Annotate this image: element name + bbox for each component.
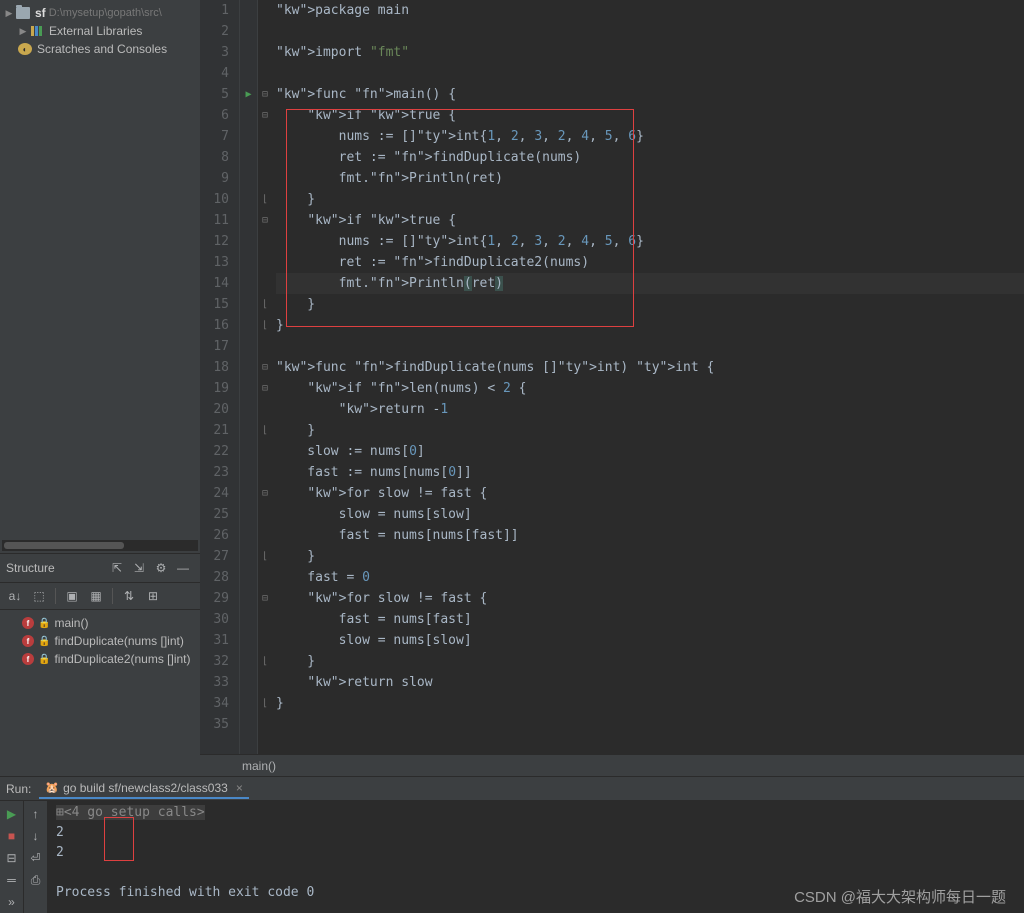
line-gutter[interactable]: 1234567891011121314151617181920212223242… <box>200 0 240 754</box>
lock-icon: 🔒 <box>38 636 50 647</box>
editor-area: 1234567891011121314151617181920212223242… <box>200 0 1024 776</box>
wrap-icon[interactable]: ⏎ <box>27 849 45 867</box>
run-tab-title: go build sf/newclass2/class033 <box>63 781 228 795</box>
autoscroll-icon[interactable]: ⇅ <box>119 586 139 606</box>
run-label: Run: <box>6 782 31 796</box>
structure-item-label: main() <box>54 616 88 630</box>
lock-icon: 🔒 <box>38 654 50 665</box>
scratches-icon: ◐ <box>18 43 32 55</box>
close-icon[interactable]: × <box>236 781 243 795</box>
project-tree[interactable]: ▶ sf D:\mysetup\gopath\src\ ▶ External L… <box>0 0 200 540</box>
structure-item-main[interactable]: f 🔒 main() <box>2 614 198 632</box>
structure-item-findduplicate[interactable]: f 🔒 findDuplicate(nums []int) <box>2 632 198 650</box>
expand-icon[interactable]: ⇱ <box>107 558 127 578</box>
settings-icon[interactable]: ═ <box>3 871 21 889</box>
function-icon: f <box>22 617 34 629</box>
show-fields-icon[interactable]: ▣ <box>62 586 82 606</box>
collapse-icon[interactable]: ⇲ <box>129 558 149 578</box>
expand-all-icon[interactable]: ⊞ <box>143 586 163 606</box>
layout-icon[interactable]: ⊟ <box>3 849 21 867</box>
main-area: ▶ sf D:\mysetup\gopath\src\ ▶ External L… <box>0 0 1024 776</box>
run-gutter[interactable]: ▶ <box>240 0 258 754</box>
down-icon[interactable]: ↓ <box>27 827 45 845</box>
watermark: CSDN @福大大架构师每日一题 <box>794 886 1006 907</box>
run-body: ▶ ■ ⊟ ═ » ↑ ↓ ⏎ ⎙ ⊞<4 go setup calls>22 … <box>0 801 1024 913</box>
structure-title: Structure <box>6 561 106 575</box>
project-path: D:\mysetup\gopath\src\ <box>46 7 162 19</box>
lock-icon: 🔒 <box>38 618 50 629</box>
code-content[interactable]: "kw">package main"kw">import "fmt""kw">f… <box>272 0 1024 754</box>
structure-item-label: findDuplicate2(nums []int) <box>54 652 190 666</box>
run-panel: Run: 🐹 go build sf/newclass2/class033 × … <box>0 776 1024 913</box>
run-actions: ▶ ■ ⊟ ═ » <box>0 801 24 913</box>
chevron-right-icon[interactable]: ▶ <box>18 26 28 36</box>
go-icon: 🐹 <box>45 781 59 794</box>
tree-item-scratches[interactable]: ◐ Scratches and Consoles <box>0 40 200 58</box>
rerun-icon[interactable]: ▶ <box>3 805 21 823</box>
up-icon[interactable]: ↑ <box>27 805 45 823</box>
tree-label: External Libraries <box>49 24 142 38</box>
function-icon: f <box>22 653 34 665</box>
print-icon[interactable]: ⎙ <box>27 871 45 889</box>
gear-icon[interactable]: ⚙ <box>151 558 171 578</box>
breadcrumb[interactable]: main() <box>200 754 1024 776</box>
left-panel: ▶ sf D:\mysetup\gopath\src\ ▶ External L… <box>0 0 200 776</box>
run-header: Run: 🐹 go build sf/newclass2/class033 × <box>0 777 1024 801</box>
more-icon[interactable]: » <box>3 893 21 911</box>
stop-icon[interactable]: ■ <box>3 827 21 845</box>
run-tab[interactable]: 🐹 go build sf/newclass2/class033 × <box>39 779 248 799</box>
code-editor[interactable]: 1234567891011121314151617181920212223242… <box>200 0 1024 754</box>
tree-label: Scratches and Consoles <box>37 42 167 56</box>
fold-gutter[interactable]: ⊟⊟⌊⊟⌊⌊⊟⊟⌊⊟⌊⊟⌊⌊ <box>258 0 272 754</box>
structure-panel: Structure ⇱ ⇲ ⚙ — a↓ ⬚ ▣ ▦ ⇅ ⊞ f 🔒 <box>0 553 200 672</box>
highlight-box <box>104 817 134 861</box>
structure-item-findduplicate2[interactable]: f 🔒 findDuplicate2(nums []int) <box>2 650 198 668</box>
breadcrumb-label: main() <box>242 759 276 773</box>
project-name: sf <box>35 6 46 20</box>
run-nav: ↑ ↓ ⏎ ⎙ <box>24 801 48 913</box>
show-methods-icon[interactable]: ▦ <box>86 586 106 606</box>
sort-visibility-icon[interactable]: ⬚ <box>29 586 49 606</box>
sort-alpha-icon[interactable]: a↓ <box>5 586 25 606</box>
structure-toolbar: a↓ ⬚ ▣ ▦ ⇅ ⊞ <box>0 583 200 610</box>
tree-item-external-libraries[interactable]: ▶ External Libraries <box>0 22 200 40</box>
function-icon: f <box>22 635 34 647</box>
minimize-icon[interactable]: — <box>173 558 193 578</box>
horizontal-scrollbar[interactable] <box>2 540 198 551</box>
library-icon <box>30 25 44 37</box>
chevron-right-icon[interactable]: ▶ <box>4 8 14 18</box>
structure-list[interactable]: f 🔒 main() f 🔒 findDuplicate(nums []int)… <box>0 610 200 672</box>
structure-header: Structure ⇱ ⇲ ⚙ — <box>0 554 200 583</box>
structure-item-label: findDuplicate(nums []int) <box>54 634 183 648</box>
tree-root[interactable]: ▶ sf D:\mysetup\gopath\src\ <box>0 4 200 22</box>
folder-icon <box>16 7 30 19</box>
